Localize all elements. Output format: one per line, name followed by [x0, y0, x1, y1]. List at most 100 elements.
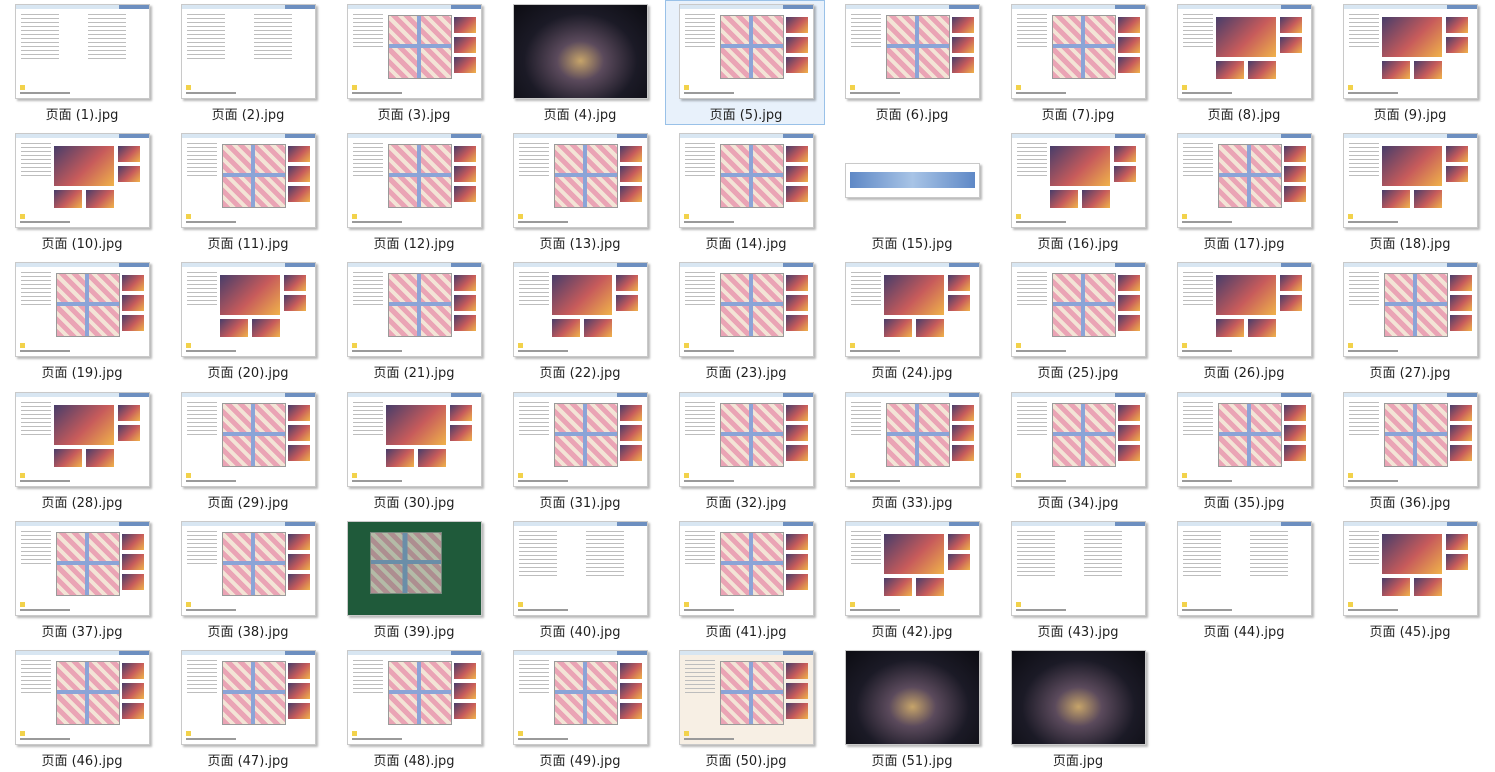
- file-thumbnail: [1343, 261, 1478, 357]
- file-item[interactable]: 页面 (44).jpg: [1163, 517, 1323, 642]
- file-item[interactable]: 页面 (28).jpg: [1, 388, 161, 513]
- file-item[interactable]: 页面 (22).jpg: [499, 258, 659, 383]
- file-thumbnail: [679, 520, 814, 616]
- file-item[interactable]: 页面 (37).jpg: [1, 517, 161, 642]
- file-item[interactable]: 页面 (15).jpg: [831, 129, 991, 254]
- file-item[interactable]: 页面 (30).jpg: [333, 388, 493, 513]
- thumbnail-frame: [347, 520, 482, 616]
- thumbnail-frame: [1177, 520, 1312, 616]
- thumbnail-frame: [1177, 132, 1312, 228]
- file-thumbnail: [347, 520, 482, 616]
- file-name-label: 页面 (16).jpg: [1037, 237, 1119, 252]
- file-item[interactable]: 页面 (19).jpg: [1, 258, 161, 383]
- file-item[interactable]: 页面 (34).jpg: [997, 388, 1157, 513]
- file-name-label: 页面 (23).jpg: [705, 366, 787, 381]
- file-item[interactable]: 页面 (20).jpg: [167, 258, 327, 383]
- file-item[interactable]: 页面.jpg: [997, 646, 1157, 771]
- file-name-label: 页面 (5).jpg: [709, 108, 783, 123]
- file-thumbnail: [679, 132, 814, 228]
- thumbnail-frame: [347, 391, 482, 487]
- file-thumbnail: [513, 391, 648, 487]
- file-item[interactable]: 页面 (43).jpg: [997, 517, 1157, 642]
- file-thumbnail: [181, 649, 316, 745]
- file-item[interactable]: 页面 (7).jpg: [997, 0, 1157, 125]
- file-item[interactable]: 页面 (27).jpg: [1329, 258, 1489, 383]
- file-item[interactable]: 页面 (39).jpg: [333, 517, 493, 642]
- file-item[interactable]: 页面 (23).jpg: [665, 258, 825, 383]
- file-name-label: 页面 (14).jpg: [705, 237, 787, 252]
- file-name-label: 页面 (17).jpg: [1203, 237, 1285, 252]
- file-item[interactable]: 页面 (40).jpg: [499, 517, 659, 642]
- file-item[interactable]: 页面 (12).jpg: [333, 129, 493, 254]
- file-thumbnail: [347, 132, 482, 228]
- file-item[interactable]: 页面 (1).jpg: [1, 0, 161, 125]
- file-item[interactable]: 页面 (2).jpg: [167, 0, 327, 125]
- file-item[interactable]: 页面 (17).jpg: [1163, 129, 1323, 254]
- thumbnail-frame: [181, 649, 316, 745]
- thumbnail-frame: [181, 520, 316, 616]
- file-thumbnail: [1011, 649, 1146, 745]
- file-item[interactable]: 页面 (47).jpg: [167, 646, 327, 771]
- file-item[interactable]: 页面 (49).jpg: [499, 646, 659, 771]
- file-thumbnail: [1177, 132, 1312, 228]
- thumbnail-frame: [1343, 520, 1478, 616]
- file-item[interactable]: 页面 (9).jpg: [1329, 0, 1489, 125]
- file-item[interactable]: 页面 (4).jpg: [499, 0, 659, 125]
- file-item[interactable]: 页面 (32).jpg: [665, 388, 825, 513]
- file-item[interactable]: 页面 (14).jpg: [665, 129, 825, 254]
- file-item[interactable]: 页面 (29).jpg: [167, 388, 327, 513]
- file-item[interactable]: 页面 (3).jpg: [333, 0, 493, 125]
- file-item[interactable]: 页面 (45).jpg: [1329, 517, 1489, 642]
- file-name-label: 页面 (1).jpg: [45, 108, 119, 123]
- file-item[interactable]: 页面 (10).jpg: [1, 129, 161, 254]
- file-thumbnail: [679, 649, 814, 745]
- file-thumbnail: [181, 520, 316, 616]
- file-item[interactable]: 页面 (48).jpg: [333, 646, 493, 771]
- file-item[interactable]: 页面 (13).jpg: [499, 129, 659, 254]
- file-item[interactable]: 页面 (42).jpg: [831, 517, 991, 642]
- thumbnail-frame: [679, 3, 814, 99]
- file-name-label: 页面 (15).jpg: [871, 237, 953, 252]
- thumbnail-frame: [15, 520, 150, 616]
- file-item[interactable]: 页面 (33).jpg: [831, 388, 991, 513]
- file-item[interactable]: 页面 (41).jpg: [665, 517, 825, 642]
- file-item[interactable]: 页面 (8).jpg: [1163, 0, 1323, 125]
- file-item[interactable]: 页面 (6).jpg: [831, 0, 991, 125]
- file-item[interactable]: 页面 (24).jpg: [831, 258, 991, 383]
- file-thumbnail: [181, 391, 316, 487]
- file-item[interactable]: 页面 (26).jpg: [1163, 258, 1323, 383]
- file-item[interactable]: 页面 (18).jpg: [1329, 129, 1489, 254]
- file-thumbnail: [15, 520, 150, 616]
- file-name-label: 页面 (36).jpg: [1369, 496, 1451, 511]
- file-thumbnail: [347, 3, 482, 99]
- file-name-label: 页面 (27).jpg: [1369, 366, 1451, 381]
- file-thumbnail: [845, 3, 980, 99]
- file-item[interactable]: 页面 (16).jpg: [997, 129, 1157, 254]
- file-thumbnail: [15, 391, 150, 487]
- thumbnail-frame: [845, 520, 980, 616]
- file-item[interactable]: 页面 (31).jpg: [499, 388, 659, 513]
- thumbnail-frame: [513, 649, 648, 745]
- file-thumbnail: [1343, 520, 1478, 616]
- file-thumbnail: [845, 261, 980, 357]
- file-thumbnail: [181, 3, 316, 99]
- file-item[interactable]: 页面 (46).jpg: [1, 646, 161, 771]
- thumbnail-frame: [1011, 132, 1146, 228]
- file-item[interactable]: 页面 (21).jpg: [333, 258, 493, 383]
- file-item[interactable]: 页面 (25).jpg: [997, 258, 1157, 383]
- file-item[interactable]: 页面 (38).jpg: [167, 517, 327, 642]
- file-name-label: 页面 (12).jpg: [373, 237, 455, 252]
- file-name-label: 页面 (32).jpg: [705, 496, 787, 511]
- file-item[interactable]: 页面 (36).jpg: [1329, 388, 1489, 513]
- file-item[interactable]: 页面 (51).jpg: [831, 646, 991, 771]
- file-thumbnail: [679, 261, 814, 357]
- file-item[interactable]: 页面 (50).jpg: [665, 646, 825, 771]
- thumbnail-frame: [181, 261, 316, 357]
- file-thumbnail: [15, 3, 150, 99]
- file-item[interactable]: 页面 (35).jpg: [1163, 388, 1323, 513]
- thumbnail-frame: [513, 520, 648, 616]
- file-item[interactable]: 页面 (5).jpg: [665, 0, 825, 125]
- file-thumbnail: [15, 261, 150, 357]
- file-item[interactable]: 页面 (11).jpg: [167, 129, 327, 254]
- file-name-label: 页面 (38).jpg: [207, 625, 289, 640]
